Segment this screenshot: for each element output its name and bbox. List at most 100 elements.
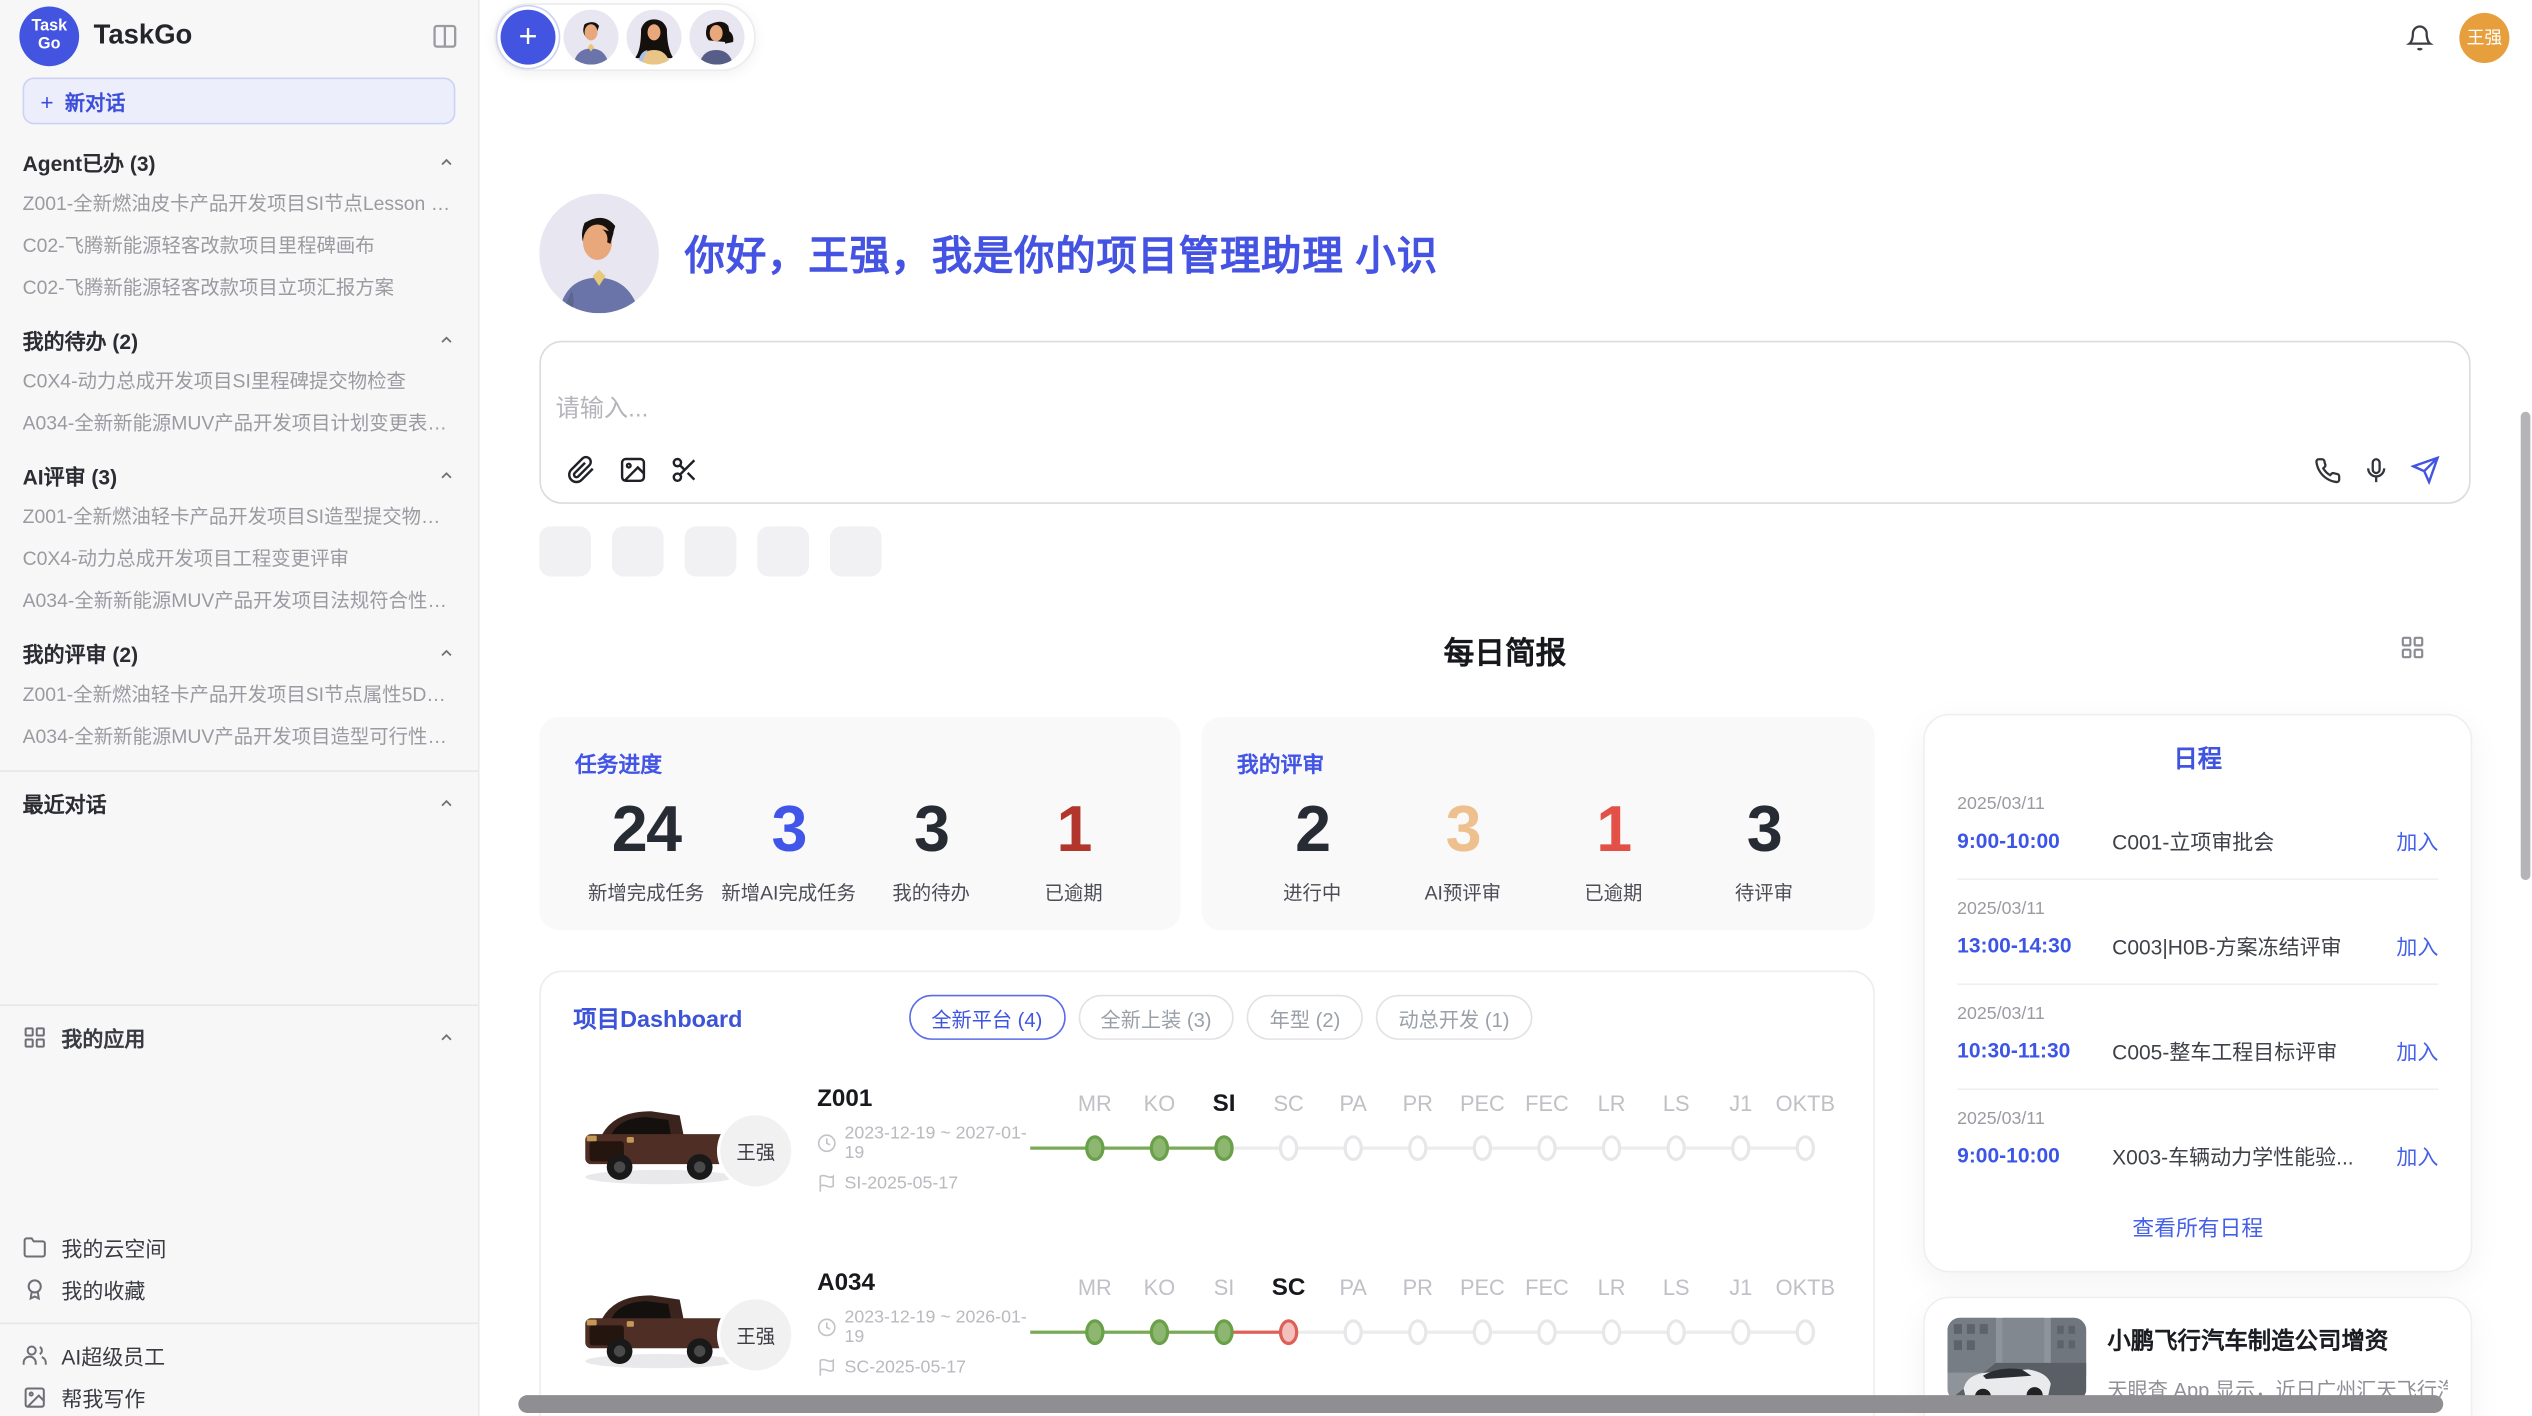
conversation-item[interactable]: C02-飞腾新能源轻客改款项目里程碑画布: [23, 224, 456, 266]
bell-icon[interactable]: [2406, 23, 2433, 50]
agent-avatar-3[interactable]: [690, 10, 745, 65]
clock-icon: [817, 1133, 836, 1152]
schedule-meeting-title: X003-车辆动力学性能验...: [2112, 1140, 2380, 1171]
recent-conversation-item[interactable]: [23, 908, 456, 950]
conversation-item[interactable]: Z001-全新燃油轻卡产品开发项目SI节点属性5D文件评审: [23, 673, 456, 715]
filter-chip[interactable]: 全新平台 (4): [909, 995, 1065, 1040]
stat-value: 3: [1689, 791, 1840, 869]
horizontal-scrollbar[interactable]: [518, 1395, 2443, 1413]
phone-icon[interactable]: [2314, 456, 2341, 483]
milestone-label: FEC: [1525, 1090, 1569, 1122]
recent-conversation-item[interactable]: [23, 950, 456, 992]
section-header-recent[interactable]: 最近对话: [23, 782, 456, 824]
conversation-item[interactable]: C0X4-动力总成开发项目SI里程碑提交物检查: [23, 360, 456, 402]
milestone-label: SI: [1213, 1090, 1236, 1122]
sidebar-item-favorites[interactable]: 我的收藏: [23, 1268, 456, 1310]
milestone-label: PR: [1403, 1090, 1433, 1122]
join-link[interactable]: 加入: [2396, 930, 2438, 961]
conversation-item[interactable]: A034-全新新能源MUV产品开发项目法规符合性评审: [23, 580, 456, 622]
sidebar-item-cloud-space[interactable]: 我的云空间: [23, 1226, 456, 1268]
filter-chip[interactable]: 全新上装 (3): [1078, 995, 1234, 1040]
new-chat-button[interactable]: + 新对话: [23, 78, 456, 125]
topbar: + 王强: [480, 0, 2532, 74]
conversation-item[interactable]: Z001-全新燃油皮卡产品开发项目SI节点Lesson Learn报告: [23, 182, 456, 224]
milestone: MR: [1063, 1090, 1128, 1187]
add-agent-button[interactable]: +: [501, 10, 556, 65]
image-icon[interactable]: [618, 455, 647, 484]
app-link[interactable]: [65, 1184, 456, 1226]
milestone-label: OKTB: [1776, 1274, 1835, 1306]
milestone-dot: [1214, 1319, 1233, 1345]
milestone-dot: [1666, 1319, 1685, 1345]
sidebar-scroll: Agent已办 (3) Z001-全新燃油皮卡产品开发项目SI节点Lesson …: [0, 140, 478, 1416]
sidebar-item-ai-super-staff[interactable]: AI超级员工: [23, 1334, 456, 1376]
milestone: KO: [1127, 1090, 1192, 1187]
suggestion-chip[interactable]: [757, 526, 809, 576]
sidebar-item-help-write[interactable]: 帮我写作: [23, 1376, 456, 1416]
milestone: KO: [1127, 1274, 1192, 1371]
project-row[interactable]: 王强 A034 2023-12-19 ~ 2026-01-19: [573, 1237, 1841, 1408]
composer: [539, 341, 2470, 504]
conversation-item[interactable]: C0X4-动力总成开发项目工程变更评审: [23, 538, 456, 580]
user-avatar[interactable]: 王强: [2459, 12, 2509, 62]
suggestion-chip[interactable]: [685, 526, 737, 576]
milestone-dot: [1537, 1319, 1556, 1345]
section-header[interactable]: AI评审 (3): [23, 454, 456, 496]
project-dates: 2023-12-19 ~ 2027-01-19: [845, 1123, 1027, 1162]
stat-label: 进行中: [1237, 878, 1388, 905]
milestone: PA: [1321, 1274, 1386, 1371]
grid-icon[interactable]: [2400, 635, 2426, 661]
app-link[interactable]: [65, 1100, 456, 1142]
section-header[interactable]: 我的待办 (2): [23, 318, 456, 360]
milestone-label: PEC: [1460, 1090, 1505, 1122]
sidebar-item-my-apps[interactable]: 我的应用: [23, 1016, 456, 1058]
sidebar: Task Go TaskGo + 新对话 Agent已办 (3): [0, 0, 480, 1416]
suggestion-chip[interactable]: [830, 526, 882, 576]
project-row[interactable]: 王强 Z001 2023-12-19 ~ 2027-01-19: [573, 1053, 1841, 1224]
view-all-schedule-link[interactable]: 查看所有日程: [1957, 1193, 2438, 1251]
scissors-icon[interactable]: [670, 455, 699, 484]
recent-conversation-item[interactable]: [23, 866, 456, 908]
paperclip-icon[interactable]: [567, 455, 596, 484]
award-icon: [23, 1276, 47, 1300]
milestone: OKTB: [1773, 1090, 1838, 1187]
chevron-up-icon: [438, 1028, 456, 1046]
suggestion-chip[interactable]: [539, 526, 591, 576]
agent-pill: +: [494, 3, 756, 71]
section-header[interactable]: 我的评审 (2): [23, 631, 456, 673]
recent-conversation-item[interactable]: [23, 824, 456, 866]
agent-avatar-1[interactable]: [564, 10, 619, 65]
app-link[interactable]: [65, 1058, 456, 1100]
conversation-item[interactable]: Z001-全新燃油轻卡产品开发项目SI造型提交物评审: [23, 496, 456, 538]
filter-chip[interactable]: 年型 (2): [1247, 995, 1363, 1040]
conversation-item[interactable]: A034-全新新能源MUV产品开发项目造型可行性评审: [23, 715, 456, 757]
app-link[interactable]: [65, 1142, 456, 1184]
join-link[interactable]: 加入: [2396, 1140, 2438, 1171]
milestone-label: KO: [1144, 1090, 1176, 1122]
project-dashboard-card: 项目Dashboard 全新平台 (4)全新上装 (3)年型 (2)动总开发 (…: [539, 970, 1874, 1416]
mic-icon[interactable]: [2362, 456, 2389, 483]
vertical-scrollbar[interactable]: [2521, 412, 2531, 880]
right-column: 日程 2025/03/11 9:00-10:00 C001-立项审批会 加入: [1923, 714, 2472, 1416]
suggestion-chip[interactable]: [612, 526, 664, 576]
section-header[interactable]: Agent已办 (3): [23, 140, 456, 182]
agent-avatar-2[interactable]: [627, 10, 682, 65]
send-icon[interactable]: [2411, 455, 2440, 484]
message-input[interactable]: [555, 355, 2454, 433]
join-link[interactable]: 加入: [2396, 1035, 2438, 1066]
milestone-label: LS: [1663, 1090, 1690, 1122]
project-flag-date: SI-2025-05-17: [845, 1173, 959, 1192]
logo-line2: Go: [38, 36, 60, 54]
section-label: 我的评审 (2): [23, 637, 138, 668]
milestone-label: MR: [1078, 1090, 1112, 1122]
conversation-item[interactable]: A034-全新新能源MUV产品开发项目计划变更表编写: [23, 402, 456, 444]
collapse-sidebar-icon[interactable]: [431, 22, 458, 49]
app-title: TaskGo: [94, 19, 431, 51]
join-link[interactable]: 加入: [2396, 825, 2438, 856]
filter-chip[interactable]: 动总开发 (1): [1376, 995, 1532, 1040]
image-icon: [23, 1385, 47, 1409]
project-flag-date: SC-2025-05-17: [845, 1357, 966, 1376]
section-label: AI评审 (3): [23, 459, 117, 490]
milestone: J1: [1708, 1090, 1773, 1187]
conversation-item[interactable]: C02-飞腾新能源轻客改款项目立项汇报方案: [23, 266, 456, 308]
